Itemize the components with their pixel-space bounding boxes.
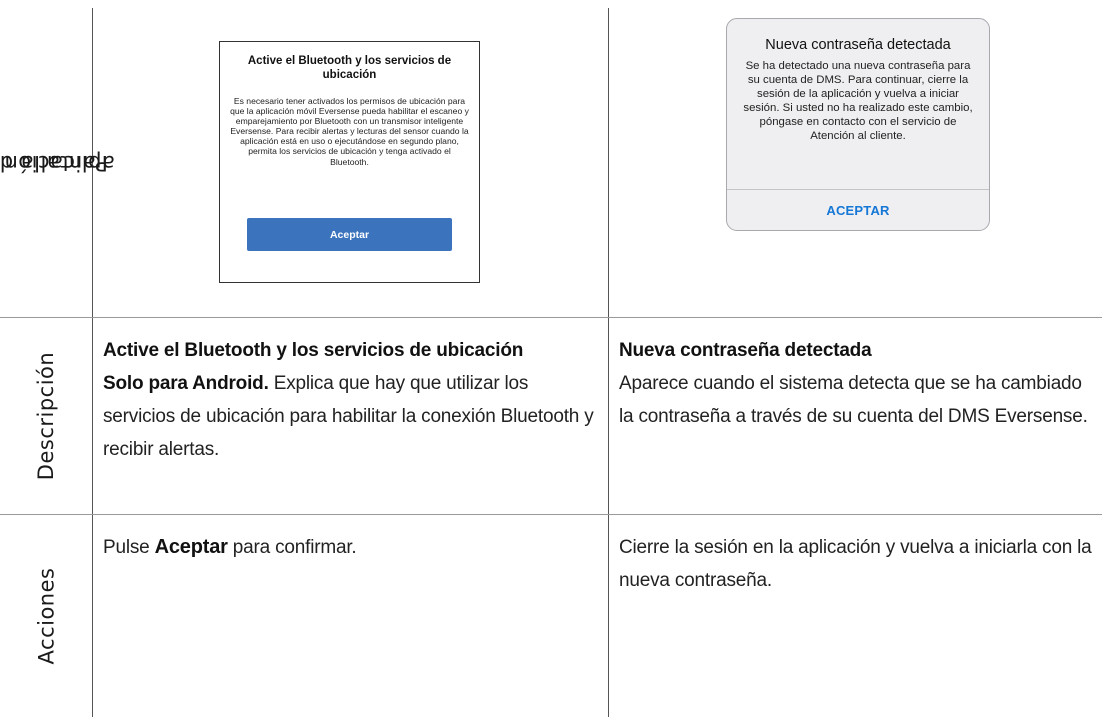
ios-alert-body: Se ha detectado una nueva contraseña par… — [743, 60, 973, 143]
description-col1: Active el Bluetooth y los servicios de u… — [103, 334, 601, 466]
row-label-description-text: Descripción — [34, 351, 59, 481]
description-col2-text: Aparece cuando el sistema detecta que se… — [619, 373, 1088, 427]
action-col1: Pulse Aceptar para confirmar. — [103, 531, 601, 564]
column-divider-left — [92, 8, 93, 717]
description-col2-title: Nueva contraseña detectada — [619, 340, 872, 361]
description-col2: Nueva contraseña detectada Aparece cuand… — [619, 334, 1095, 433]
action-col1-prefix: Pulse — [103, 537, 150, 558]
action-col1-suffix: para confirmar. — [232, 537, 357, 558]
android-dialog-title: Active el Bluetooth y los servicios de u… — [247, 55, 452, 81]
row-label-screen: Pantalla de laaplicación — [0, 8, 114, 317]
android-dialog-body: Es necesario tener activados los permiso… — [230, 96, 469, 167]
row-label-actions-text: Acciones — [34, 567, 59, 665]
row-label-actions: Acciones — [0, 515, 92, 717]
row-label-screen-line2: aplicación — [3, 150, 115, 175]
description-col1-title: Active el Bluetooth y los servicios de u… — [103, 340, 524, 361]
action-col2: Cierre la sesión en la aplicación y vuel… — [619, 531, 1095, 597]
column-divider-middle — [608, 8, 609, 717]
ios-accept-button[interactable]: ACEPTAR — [727, 190, 989, 230]
action-col1-bold: Aceptar — [154, 536, 228, 558]
row-divider-1 — [0, 317, 1102, 318]
description-col1-lead: Solo para Android. — [103, 373, 269, 394]
ios-alert-title: Nueva contraseña detectada — [765, 37, 951, 53]
row-divider-2 — [0, 514, 1102, 515]
ios-alert: Nueva contraseña detectada Se ha detecta… — [726, 18, 990, 231]
android-accept-button[interactable]: Aceptar — [247, 218, 452, 251]
row-label-description: Descripción — [0, 318, 92, 514]
android-dialog: Active el Bluetooth y los servicios de u… — [219, 41, 480, 283]
action-col2-text: Cierre la sesión en la aplicación y vuel… — [619, 537, 1092, 591]
